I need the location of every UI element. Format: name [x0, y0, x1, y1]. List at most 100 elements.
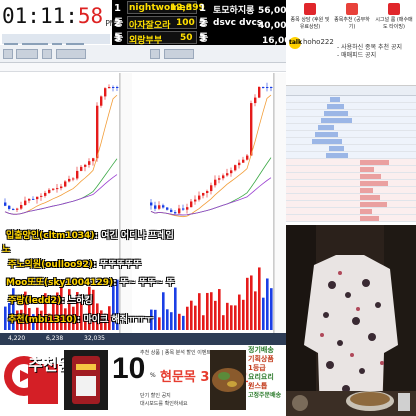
volume-bar — [218, 289, 221, 330]
candle-body — [44, 192, 47, 196]
volume-bar — [254, 291, 257, 330]
volume-bar — [198, 293, 201, 330]
chat-message: Moo또또(sky1004129): 뚜~ 뚜뚜~ 뚜 — [6, 278, 175, 288]
notice-item: - 매매피드 공지 — [337, 52, 377, 59]
candle-body — [186, 207, 189, 210]
order-book-depth-bar — [360, 209, 372, 214]
ticker-label: dsvc dvcs — [213, 18, 263, 28]
order-book-row — [286, 138, 416, 145]
ad-line: 요리요리 — [248, 373, 274, 381]
candle-body — [96, 105, 99, 159]
volume-bar — [270, 288, 273, 330]
webcam-feed — [286, 225, 416, 416]
order-book-row — [286, 180, 416, 187]
ad-food-image — [210, 350, 246, 410]
candle-body — [154, 205, 157, 209]
order-book-header — [286, 86, 416, 96]
volume-bar — [166, 309, 169, 330]
candle-body — [56, 188, 59, 190]
order-book-depth-bar — [324, 111, 348, 116]
volume-bar — [178, 313, 181, 330]
ticker-value: 100 — [176, 18, 195, 28]
broadcaster-name: hoho222 — [303, 38, 334, 46]
order-book-depth-bar — [360, 174, 381, 179]
volume-bar — [4, 306, 7, 330]
volume-bar — [238, 294, 241, 330]
volume-bar — [186, 306, 189, 330]
candle-body — [214, 179, 217, 186]
candle-body — [48, 189, 51, 193]
order-book-rows — [286, 96, 416, 224]
ad-line: 1등급 — [248, 364, 266, 372]
volume-bar — [162, 292, 165, 330]
candle-body — [242, 159, 245, 163]
order-book-row — [286, 110, 416, 117]
order-book-depth-bar — [326, 153, 348, 158]
volume-bar — [158, 317, 161, 330]
candle-body — [206, 191, 209, 193]
candle-body — [218, 178, 221, 180]
candle-body — [234, 165, 237, 171]
candle-body — [68, 178, 71, 182]
candle-body — [8, 205, 11, 209]
candle-body — [100, 96, 103, 106]
volume-bar — [190, 300, 193, 330]
order-book-row — [286, 103, 416, 110]
food-image — [210, 350, 246, 410]
chat-message: 입출양인(cltm1034): 여긴 어디냐 프레임 — [6, 231, 174, 241]
recommend-label: 종목추천 (공부하기) — [334, 17, 370, 30]
ad-line: 정기배송 — [248, 346, 274, 354]
signal-room-button[interactable]: 시그널 룸 (매수매도 타이밍) — [374, 3, 414, 30]
ad-product-image — [64, 350, 108, 410]
candle-body — [198, 195, 201, 200]
order-book-depth-bar — [360, 160, 389, 165]
order-book-depth-bar — [360, 167, 374, 172]
order-book-row — [286, 208, 416, 215]
candle-body — [88, 161, 91, 165]
candle-body — [36, 196, 39, 200]
volume-bar — [182, 315, 185, 330]
ad-note: 단기 할인 공지 — [140, 393, 171, 399]
candle-body — [108, 87, 111, 89]
product-image — [64, 350, 108, 410]
candle-body — [12, 208, 15, 210]
volume-bar — [234, 305, 237, 330]
volume-bar — [222, 315, 225, 330]
ad-note: 대시보드를 확인하세요 — [140, 401, 188, 407]
candle-body — [112, 87, 115, 88]
order-book-depth-bar — [312, 139, 342, 144]
order-book-depth-bar — [318, 125, 334, 130]
volume-bar — [242, 299, 245, 330]
candle-body — [182, 208, 185, 210]
ad-line: 기획상품 — [248, 355, 274, 363]
candle-body — [60, 186, 63, 189]
notice-item: - 사용하신 종목 추천 공지 — [337, 44, 402, 51]
order-book-row — [286, 145, 416, 152]
candle-body — [254, 97, 257, 104]
consult-button[interactable]: 종목 상담 (후원 및 유료상담) — [290, 3, 330, 30]
candle-body — [64, 181, 67, 187]
candle-body — [104, 88, 107, 97]
candle-body — [150, 202, 153, 206]
volume-bar — [206, 292, 209, 330]
webcam-image — [286, 225, 416, 416]
moving-average-line — [4, 94, 118, 215]
candle-body — [40, 195, 43, 197]
consult-label: 종목 상담 (후원 및 유료상담) — [290, 17, 330, 30]
candle-body — [116, 87, 119, 88]
volume-bar — [262, 297, 265, 330]
order-book-row — [286, 117, 416, 124]
candle-body — [210, 185, 213, 192]
order-book-depth-bar — [330, 97, 340, 102]
order-book-row — [286, 131, 416, 138]
volume-bar — [174, 287, 177, 330]
candle-body — [28, 198, 31, 201]
order-book-row — [286, 187, 416, 194]
order-book-depth-bar — [327, 104, 344, 109]
candle-body — [230, 170, 233, 174]
volume-bar — [250, 275, 253, 330]
recommend-button[interactable]: 종목추천 (공부하기) — [332, 3, 372, 30]
order-book-depth-bar — [315, 132, 338, 137]
ad-line: 원스톱 — [248, 382, 268, 390]
candle-body — [32, 198, 35, 200]
